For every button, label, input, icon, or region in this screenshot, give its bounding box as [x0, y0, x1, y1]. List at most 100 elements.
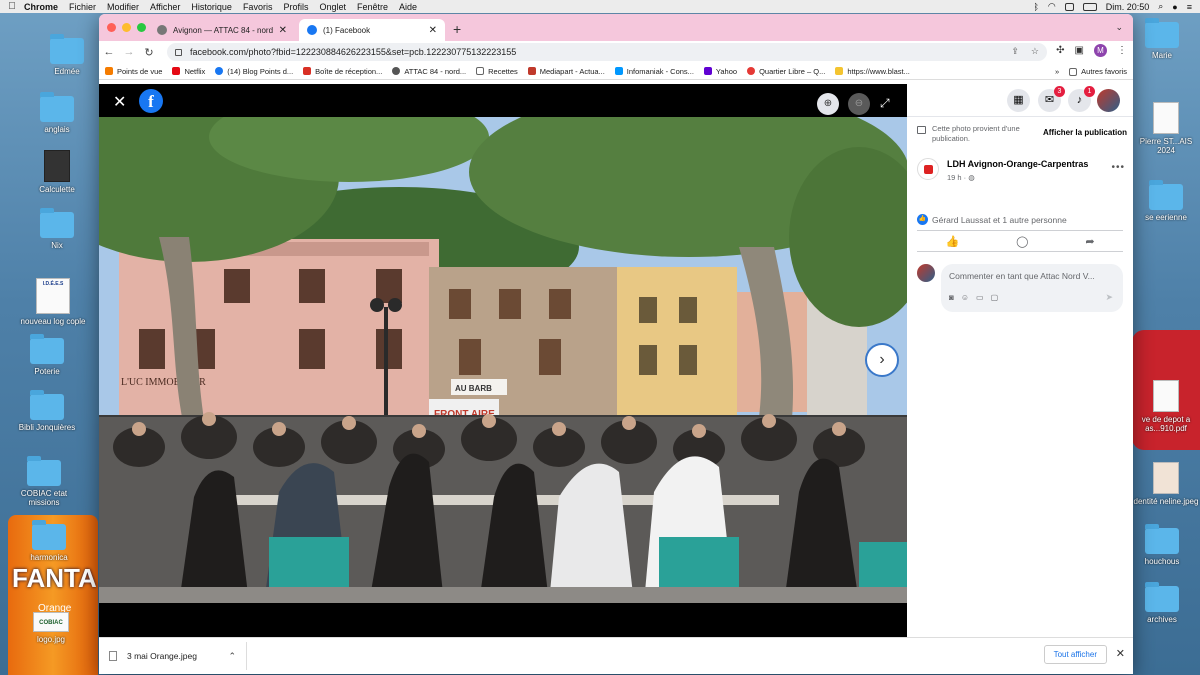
zoom-window-button[interactable]	[137, 23, 146, 32]
desktop-icon-anglais[interactable]: anglais	[22, 92, 92, 134]
address-bar[interactable]: facebook.com/photo?fbid=1222308846262231…	[167, 43, 1047, 61]
bookmark-points-de-vue[interactable]: Points de vue	[105, 67, 162, 76]
fullscreen-button[interactable]: ⤢	[880, 96, 890, 111]
share-button-icon[interactable]: ➦	[1085, 235, 1094, 248]
zoom-in-button[interactable]: ⊕	[817, 93, 839, 115]
menu-chrome[interactable]: Chrome	[24, 2, 58, 12]
menu-modifier[interactable]: Modifier	[107, 2, 139, 12]
next-photo-button[interactable]: ›	[865, 343, 899, 377]
gif-icon[interactable]: ▭	[976, 293, 984, 302]
bookmark-blast[interactable]: https://www.blast...	[835, 67, 910, 76]
profile-avatar[interactable]: M	[1094, 44, 1107, 57]
download-item[interactable]: 3 mai Orange.jpeg ⌃	[99, 642, 247, 670]
desktop-icon-marie[interactable]: Marie	[1132, 18, 1192, 60]
control-center-icon[interactable]: ≡	[1187, 2, 1192, 12]
desktop-icon-poterie[interactable]: Poterie	[12, 334, 82, 376]
new-tab-button[interactable]: +	[453, 21, 461, 37]
messenger-icon[interactable]: ✉ 3	[1038, 86, 1065, 112]
desktop-icon-archives[interactable]: archives	[1132, 582, 1192, 624]
folder-icon	[40, 92, 74, 122]
reactions-summary[interactable]: 👍 Gérard Laussat et 1 autre personne	[917, 214, 1067, 225]
site-info-icon[interactable]	[175, 48, 182, 56]
desktop-icon-nouveau-log[interactable]: I.D.É.E.S nouveau log cople	[18, 278, 88, 326]
close-downloads-bar-icon[interactable]: ✕	[1116, 647, 1125, 660]
desktop-icon-cobiac[interactable]: COBIAC etat missions	[9, 456, 79, 507]
desktop-icon-harmonica[interactable]: harmonica	[14, 520, 84, 562]
bluetooth-icon[interactable]: ᛒ	[1033, 2, 1038, 12]
menu-historique[interactable]: Historique	[191, 2, 232, 12]
tab-avignon-attac[interactable]: Avignon — ATTAC 84 - nord V... ✕	[149, 19, 295, 41]
like-button-icon[interactable]: 👍	[945, 235, 959, 248]
bookmark-gmail[interactable]: Boîte de réception...	[303, 67, 382, 76]
bookmark-quartier-libre[interactable]: Quartier Libre – Q...	[747, 67, 825, 76]
menu-grid-icon[interactable]: ▦	[1007, 89, 1030, 112]
post-time[interactable]: 19 h ·	[947, 173, 966, 182]
account-avatar[interactable]	[1097, 89, 1120, 112]
menu-favoris[interactable]: Favoris	[243, 2, 273, 12]
display-icon[interactable]	[1064, 2, 1074, 11]
chrome-menu-icon[interactable]: ⋮	[1117, 45, 1127, 56]
desktop-icon-logo-jpg[interactable]: COBIAC logo.jpg	[16, 612, 86, 644]
chevron-up-icon[interactable]: ⌃	[228, 651, 236, 662]
reading-list-icon[interactable]: ▣	[1075, 45, 1084, 56]
more-bookmarks-button[interactable]: »	[1055, 67, 1059, 76]
bookmark-folder-autres-favoris[interactable]: Autres favoris	[1069, 67, 1127, 76]
emoji-icon[interactable]: ☺	[961, 293, 969, 302]
desktop-icon-calculette[interactable]: Calculette	[22, 150, 92, 194]
bookmark-star-icon[interactable]: ☆	[1031, 46, 1039, 57]
bookmark-yahoo[interactable]: Yahoo	[703, 67, 737, 76]
sticker-icon[interactable]: ▢	[991, 293, 999, 302]
minimize-window-button[interactable]	[122, 23, 131, 32]
menu-onglet[interactable]: Onglet	[319, 2, 346, 12]
bookmark-recettes[interactable]: Recettes	[476, 67, 518, 76]
bookmark-infomaniak[interactable]: Infomaniak - Cons...	[614, 67, 694, 76]
close-tab-icon[interactable]: ✕	[279, 25, 287, 36]
notifications-bell-icon[interactable]: ♪ 1	[1068, 86, 1095, 112]
zoom-out-button[interactable]: ⊖	[848, 93, 870, 115]
close-viewer-button[interactable]: ✕	[113, 92, 126, 112]
show-all-downloads-button[interactable]: Tout afficher	[1043, 645, 1107, 664]
desktop-icon-pdf[interactable]: ve de depot a as...910.pdf	[1132, 380, 1200, 433]
bookmark-blog[interactable]: (14) Blog Points d...	[215, 67, 293, 76]
desktop-icon-edmee[interactable]: Edmée	[32, 34, 102, 76]
more-options-icon[interactable]: •••	[1111, 162, 1125, 173]
menu-fenetre[interactable]: Fenêtre	[357, 2, 388, 12]
close-window-button[interactable]	[107, 23, 116, 32]
send-icon[interactable]: ➤	[1105, 292, 1113, 303]
desktop-icon-houchous[interactable]: houchous	[1132, 524, 1192, 566]
comment-button-icon[interactable]: ◯	[1016, 235, 1028, 248]
close-tab-icon[interactable]: ✕	[429, 25, 437, 36]
tab-facebook[interactable]: (1) Facebook ✕	[299, 19, 445, 41]
bookmark-mediapart[interactable]: Mediapart - Actua...	[527, 67, 605, 76]
menu-aide[interactable]: Aide	[399, 2, 417, 12]
apple-menu-icon[interactable]: 	[0, 1, 24, 12]
facebook-logo-icon[interactable]: f	[139, 89, 163, 113]
desktop-icon-nix[interactable]: Nix	[22, 208, 92, 250]
menu-fichier[interactable]: Fichier	[69, 2, 96, 12]
reload-button[interactable]: ↻	[139, 46, 159, 59]
desktop-icon-bibli-jonquieres[interactable]: Bibli Jonquières	[12, 390, 82, 432]
desktop-icon-pierre[interactable]: Pierre ST...AIS 2024	[1132, 102, 1200, 155]
wifi-icon[interactable]: ◠	[1048, 1, 1056, 12]
macos-menu-bar:  Chrome Fichier Modifier Afficher Histo…	[0, 0, 1200, 13]
menu-afficher[interactable]: Afficher	[150, 2, 180, 12]
siri-icon[interactable]: ●	[1172, 2, 1177, 12]
menu-profils[interactable]: Profils	[283, 2, 308, 12]
desktop-icon-se-eerienne[interactable]: se eerienne	[1132, 180, 1200, 222]
clock[interactable]: Dim. 20:50	[1106, 2, 1150, 12]
extensions-icon[interactable]: ✣	[1056, 45, 1064, 56]
author-name[interactable]: LDH Avignon-Orange-Carpentras	[947, 159, 1088, 169]
avatar-sticker-icon[interactable]: ◙	[949, 293, 954, 302]
back-button[interactable]: ←	[99, 46, 119, 58]
forward-button[interactable]: →	[119, 46, 139, 58]
share-icon[interactable]: ⇪	[1011, 46, 1019, 57]
bookmark-attac[interactable]: ATTAC 84 - nord...	[392, 67, 466, 76]
show-post-link[interactable]: Afficher la publication	[1043, 128, 1127, 144]
tab-search-chevron-icon[interactable]: ⌄	[1115, 22, 1123, 33]
comment-input[interactable]: Commenter en tant que Attac Nord V... ◙ …	[941, 264, 1123, 312]
spotlight-icon[interactable]: ⌕	[1158, 1, 1163, 12]
battery-icon[interactable]	[1082, 2, 1097, 11]
bookmark-netflix[interactable]: Netflix	[172, 67, 205, 76]
desktop-icon-identite[interactable]: dentité neline.jpeg	[1132, 462, 1200, 506]
page-avatar[interactable]	[917, 158, 939, 180]
